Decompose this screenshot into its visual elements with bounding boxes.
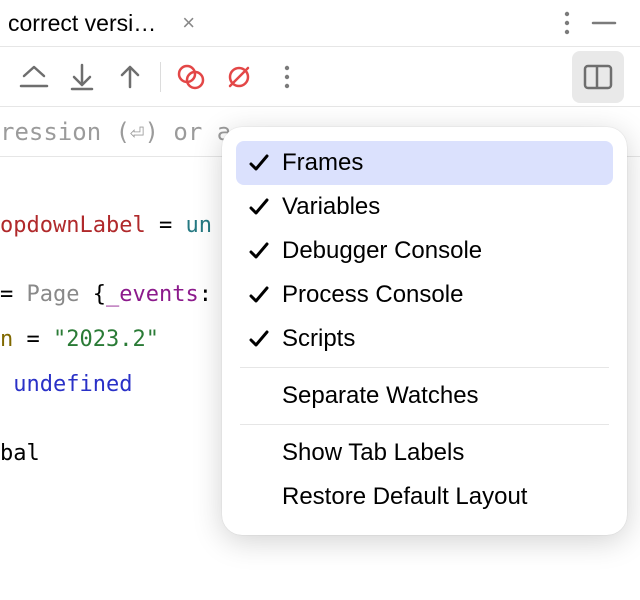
menu-separator [240, 424, 609, 425]
menu-item-label: Debugger Console [282, 237, 482, 265]
breakpoints-icon[interactable] [167, 59, 215, 95]
variable-value: undefined [13, 372, 132, 397]
check-icon [242, 240, 276, 262]
menu-item-show-tab-labels[interactable]: Show Tab Labels [236, 431, 613, 475]
variable-name: n [0, 327, 13, 352]
menu-item-label: Restore Default Layout [282, 483, 527, 511]
menu-item-label: Process Console [282, 281, 463, 309]
variable-value: un [185, 213, 212, 238]
menu-item-variables[interactable]: Variables [236, 185, 613, 229]
more-icon[interactable] [263, 59, 311, 95]
check-icon [242, 284, 276, 306]
debug-toolbar [0, 47, 640, 107]
step-up-icon[interactable] [106, 59, 154, 95]
minimize-icon[interactable] [590, 9, 618, 37]
menu-item-frames[interactable]: Frames [236, 141, 613, 185]
check-icon [242, 152, 276, 174]
layout-button[interactable] [572, 51, 624, 103]
tab-bar: correct versi… × [0, 0, 640, 47]
kebab-icon[interactable] [564, 10, 570, 36]
close-icon[interactable]: × [182, 12, 195, 34]
menu-separator [240, 367, 609, 368]
step-out-icon[interactable] [10, 59, 58, 95]
menu-item-restore-default-layout[interactable]: Restore Default Layout [236, 475, 613, 519]
variable-name: opdownLabel [0, 213, 146, 238]
tab[interactable]: correct versi… × [8, 0, 195, 46]
divider [160, 62, 161, 92]
check-icon [242, 196, 276, 218]
tab-title: correct versi… [8, 10, 156, 37]
menu-item-separate-watches[interactable]: Separate Watches [236, 374, 613, 418]
expression-placeholder: ression (⏎) or a [0, 118, 231, 146]
menu-item-process-console[interactable]: Process Console [236, 273, 613, 317]
menu-item-label: Separate Watches [282, 382, 479, 410]
layout-icon [583, 64, 613, 90]
step-down-icon[interactable] [58, 59, 106, 95]
variable-name: _events [106, 282, 199, 307]
menu-item-label: Show Tab Labels [282, 439, 464, 467]
menu-item-scripts[interactable]: Scripts [236, 317, 613, 361]
menu-item-label: Scripts [282, 325, 355, 353]
layout-menu: Frames Variables Debugger Console Process C… [222, 127, 627, 535]
menu-item-label: Frames [282, 149, 363, 177]
menu-item-debugger-console[interactable]: Debugger Console [236, 229, 613, 273]
menu-item-label: Variables [282, 193, 380, 221]
mute-breakpoints-icon[interactable] [215, 59, 263, 95]
check-icon [242, 328, 276, 350]
variable-value: "2023.2" [53, 327, 159, 352]
